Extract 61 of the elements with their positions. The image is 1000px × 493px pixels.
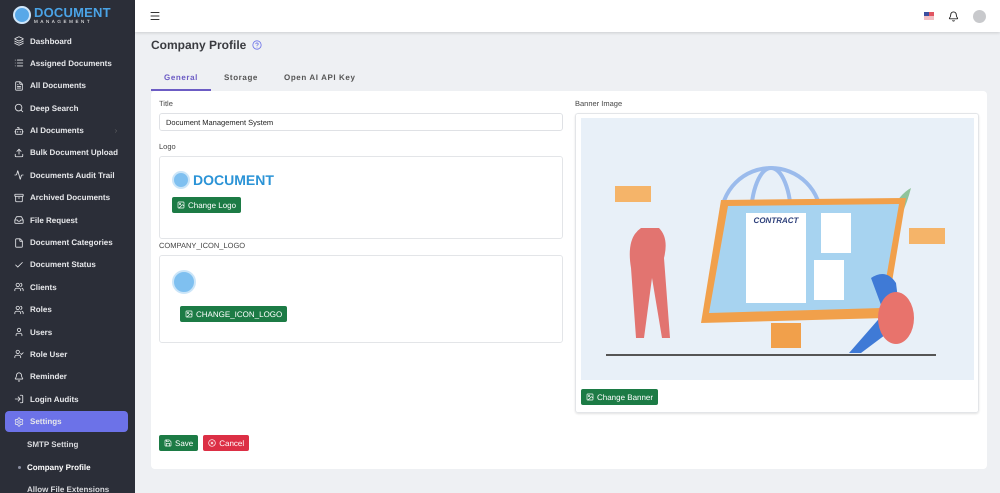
sidebar-item[interactable]: Dashboard bbox=[5, 30, 128, 52]
menu-item-icon bbox=[14, 372, 24, 382]
change-icon-button[interactable]: CHANGE_ICON_LOGO bbox=[180, 306, 288, 322]
sidebar-item[interactable]: Bulk Document Upload bbox=[5, 142, 128, 164]
menu-item-icon bbox=[14, 192, 24, 203]
change-banner-button[interactable]: Change Banner bbox=[581, 389, 658, 405]
sidebar-item[interactable]: All Documents bbox=[5, 75, 128, 96]
logo-title: DOCUMENT bbox=[34, 6, 111, 19]
logo-icon bbox=[172, 171, 190, 189]
submenu-item[interactable]: Company Profile bbox=[0, 456, 135, 478]
sidebar-item[interactable]: Documents Audit Trail bbox=[5, 164, 128, 186]
menu-item-icon bbox=[14, 58, 24, 68]
sidebar-item[interactable]: Archived Documents bbox=[5, 187, 128, 208]
sidebar-item[interactable]: Clients bbox=[5, 276, 128, 298]
change-logo-button[interactable]: Change Logo bbox=[172, 197, 242, 213]
flag-icon[interactable] bbox=[924, 12, 934, 20]
sidebar-item[interactable]: Document Status bbox=[5, 254, 128, 276]
menu-item-icon bbox=[14, 215, 24, 226]
sidebar-item[interactable]: Document Categories bbox=[5, 232, 128, 254]
menu-icon bbox=[149, 10, 161, 22]
sidebar-item[interactable]: Roles bbox=[5, 299, 128, 320]
bell-icon bbox=[948, 10, 959, 22]
logo-icon bbox=[13, 6, 31, 24]
sidebar-item[interactable]: Reminder bbox=[5, 366, 128, 388]
menu-item-icon bbox=[14, 36, 24, 46]
menu-item-icon bbox=[14, 282, 24, 292]
menu-item-icon bbox=[14, 416, 24, 427]
logo-text: DOCUMENT bbox=[193, 172, 274, 188]
menu-item-icon bbox=[14, 304, 24, 315]
help-icon bbox=[252, 40, 262, 50]
menu-item-icon bbox=[14, 260, 24, 270]
tab[interactable]: Storage bbox=[211, 65, 271, 91]
menu-item-icon bbox=[14, 238, 24, 248]
menu-item-icon bbox=[14, 327, 24, 338]
tab[interactable]: Open AI API Key bbox=[271, 65, 369, 91]
contract-illustration-drawing: CONTRACT bbox=[581, 118, 974, 380]
sidebar-item[interactable]: AI Documents bbox=[5, 120, 128, 142]
sidebar-item[interactable]: Assigned Documents bbox=[5, 52, 128, 74]
sidebar-item[interactable]: File Request bbox=[5, 210, 128, 231]
cancel-icon bbox=[208, 439, 216, 447]
sidebar-item[interactable]: Login Audits bbox=[5, 388, 128, 410]
image-icon bbox=[586, 393, 594, 401]
menu-item-icon bbox=[14, 103, 24, 114]
save-button[interactable]: Save bbox=[159, 435, 198, 451]
menu-item-icon bbox=[14, 170, 24, 180]
sidebar-item[interactable]: Deep Search bbox=[5, 98, 128, 119]
image-icon bbox=[185, 310, 193, 318]
page-title: Company Profile bbox=[151, 38, 246, 52]
sidebar-item[interactable]: Role User bbox=[5, 344, 128, 365]
menu-item-icon bbox=[14, 349, 24, 360]
menu-item-icon bbox=[14, 80, 24, 91]
sidebar-item[interactable]: Users bbox=[5, 322, 128, 343]
submenu-item[interactable]: Allow File Extensions bbox=[0, 478, 135, 493]
menu-item-icon bbox=[14, 126, 24, 136]
cancel-button[interactable]: Cancel bbox=[203, 435, 250, 451]
menu-item-icon bbox=[14, 148, 24, 158]
image-icon bbox=[177, 201, 185, 209]
save-icon bbox=[164, 439, 172, 447]
submenu-item[interactable]: SMTP Setting bbox=[0, 434, 135, 456]
company-icon bbox=[172, 270, 196, 294]
menu-item-icon bbox=[14, 394, 24, 404]
